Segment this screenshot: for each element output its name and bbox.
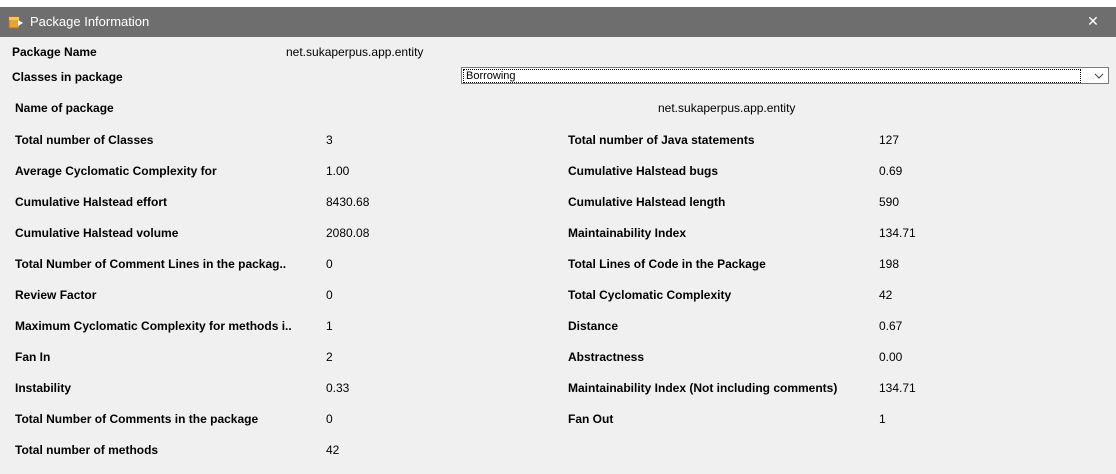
right-metric-label: Cumulative Halstead length (568, 195, 726, 209)
right-metric-label: Total Lines of Code in the Package (568, 257, 766, 271)
left-metric-value: 0 (326, 288, 333, 302)
left-metric-label: Maximum Cyclomatic Complexity for method… (15, 319, 292, 333)
left-metric-value: 8430.68 (326, 195, 370, 209)
right-metric-value: 134.71 (879, 226, 916, 240)
title-bar[interactable]: Package Information ✕ (0, 7, 1116, 37)
close-icon: ✕ (1087, 14, 1099, 30)
package-name-value: net.sukaperpus.app.entity (286, 45, 424, 59)
classes-in-package-label: Classes in package (12, 70, 123, 84)
right-metric-label: Total Cyclomatic Complexity (568, 288, 732, 302)
left-metric-label: Fan In (15, 350, 51, 364)
right-metric-label: Maintainability Index (Not including com… (568, 381, 838, 395)
left-metric-value: 3 (326, 133, 333, 147)
right-metric-value: 1 (879, 412, 886, 426)
left-metric-label: Cumulative Halstead effort (15, 195, 168, 209)
left-metric-value: 2080.08 (326, 226, 370, 240)
chevron-down-icon[interactable] (1090, 68, 1108, 83)
right-metric-value: 0.00 (879, 350, 903, 364)
left-metric-label: Average Cyclomatic Complexity for (15, 164, 217, 178)
right-metric-value: 0.69 (879, 164, 903, 178)
window-title: Package Information (30, 14, 150, 29)
classes-dropdown-value: Borrowing (463, 69, 1081, 83)
right-metric-label: Cumulative Halstead bugs (568, 164, 719, 178)
right-metric-label: Distance (568, 319, 619, 333)
right-metric-value: 127 (879, 133, 900, 147)
left-metric-label: Review Factor (15, 288, 97, 302)
right-metric-value: 42 (879, 288, 893, 302)
classes-dropdown[interactable]: Borrowing (461, 67, 1109, 84)
name-of-package-label: Name of package (15, 101, 114, 115)
right-metric-value: 590 (879, 195, 900, 209)
left-metric-label: Total number of Classes (15, 133, 154, 147)
left-metric-label: Total number of methods (15, 443, 159, 457)
left-metric-value: 1.00 (326, 164, 350, 178)
right-metric-label: Total number of Java statements (568, 133, 755, 147)
package-icon (8, 16, 23, 29)
left-metric-value: 2 (326, 350, 333, 364)
right-metric-label: Abstractness (568, 350, 645, 364)
left-metric-value: 42 (326, 443, 340, 457)
right-metric-value: 198 (879, 257, 900, 271)
package-information-dialog: Package Information ✕ Package Name net.s… (0, 7, 1116, 474)
content-panel: Package Name net.sukaperpus.app.entity C… (0, 37, 1116, 474)
right-metric-label: Fan Out (568, 412, 614, 426)
right-metric-value: 0.67 (879, 319, 903, 333)
left-metric-label: Total Number of Comments in the package (15, 412, 259, 426)
right-metric-label: Maintainability Index (568, 226, 687, 240)
close-button[interactable]: ✕ (1070, 7, 1116, 37)
name-of-package-value: net.sukaperpus.app.entity (658, 101, 796, 115)
package-name-label: Package Name (12, 45, 97, 59)
left-metric-value: 0 (326, 257, 333, 271)
left-metric-label: Cumulative Halstead volume (15, 226, 179, 240)
left-metric-value: 1 (326, 319, 333, 333)
left-metric-value: 0.33 (326, 381, 350, 395)
left-metric-value: 0 (326, 412, 333, 426)
left-metric-label: Instability (15, 381, 72, 395)
left-metric-label: Total Number of Comment Lines in the pac… (15, 257, 287, 271)
right-metric-value: 134.71 (879, 381, 916, 395)
